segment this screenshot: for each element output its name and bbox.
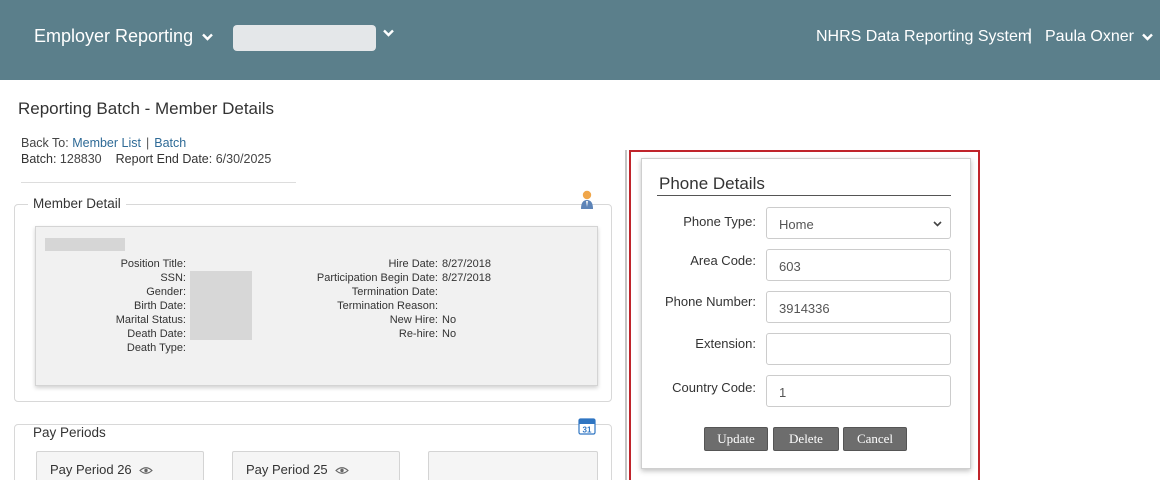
rehire-value: No [442, 328, 457, 340]
member-person-icon[interactable] [580, 190, 594, 210]
participation-begin-label: Participation Begin Date: [316, 272, 438, 284]
country-code-input[interactable]: 1 [766, 375, 951, 407]
phone-details-rule [657, 195, 951, 196]
delete-button[interactable]: Delete [773, 427, 839, 451]
area-code-label: Area Code: [690, 253, 756, 268]
report-end-label: Report End Date: [115, 152, 213, 166]
cancel-button[interactable]: Cancel [843, 427, 907, 451]
update-button[interactable]: Update [704, 427, 768, 451]
phone-type-label: Phone Type: [683, 214, 756, 229]
termination-date-value [442, 285, 522, 299]
breadcrumb-separator: | [145, 136, 150, 150]
pay-period-card-empty[interactable] [428, 451, 598, 480]
top-navigation-bar: Employer Reporting NHRS Data Reporting S… [0, 0, 1160, 80]
new-hire-label: New Hire: [389, 314, 438, 326]
extension-input[interactable] [766, 333, 951, 365]
marital-status-label: Marital Status: [115, 314, 186, 326]
user-menu[interactable]: Paula Oxner [1045, 28, 1153, 46]
employer-reporting-menu[interactable]: Employer Reporting [34, 26, 213, 47]
calendar-day-number: 31 [583, 425, 592, 434]
hire-date-label: Hire Date: [388, 258, 438, 270]
death-date-label: Death Date: [127, 328, 186, 340]
chevron-down-icon [202, 33, 213, 41]
batch-value: 128830 [59, 152, 102, 166]
extension-label: Extension: [695, 336, 756, 351]
pay-period-label: Pay Period 25 [246, 462, 328, 477]
batch-info: Batch: 128830 Report End Date: 6/30/2025 [21, 153, 296, 183]
termination-date-label: Termination Date: [351, 286, 438, 298]
batch-link[interactable]: Batch [154, 136, 186, 150]
chevron-down-icon [1142, 33, 1153, 41]
member-personal-redacted [190, 271, 252, 340]
chevron-down-icon[interactable] [383, 29, 394, 37]
ssn-label: SSN: [160, 272, 186, 284]
chevron-down-icon [933, 221, 942, 227]
new-hire-value: No [442, 314, 457, 326]
hire-date-value: 8/27/2018 [442, 258, 491, 270]
member-right-values: 8/27/2018 8/27/2018 No No [442, 257, 522, 341]
position-title-label: Position Title: [120, 258, 186, 270]
birth-date-label: Birth Date: [134, 300, 186, 312]
user-name: Paula Oxner [1045, 28, 1134, 45]
back-to-label: Back To: [21, 136, 69, 150]
member-right-labels: Hire Date: Participation Begin Date: Ter… [255, 257, 438, 341]
pay-period-card-26[interactable]: Pay Period 26 [36, 451, 204, 480]
termination-reason-value [442, 299, 522, 313]
breadcrumb: Back To: Member List | Batch [21, 136, 186, 150]
system-name: NHRS Data Reporting System [816, 28, 1032, 45]
panel-divider [625, 150, 627, 480]
header-separator: | [1028, 27, 1033, 44]
phone-type-select[interactable]: Home [766, 207, 951, 239]
page-title: Reporting Batch - Member Details [18, 99, 275, 118]
member-left-labels: Position Title: SSN: Gender: Birth Date:… [40, 257, 186, 355]
employer-select-redacted[interactable] [233, 25, 376, 51]
calendar-icon[interactable]: 31 [578, 417, 596, 435]
phone-number-input[interactable]: 3914336 [766, 291, 951, 323]
employer-reporting-label: Employer Reporting [34, 26, 194, 46]
participation-begin-value: 8/27/2018 [442, 272, 491, 284]
phone-type-value: Home [779, 217, 814, 232]
termination-reason-label: Termination Reason: [337, 300, 438, 312]
eye-icon[interactable] [335, 466, 350, 475]
country-code-label: Country Code: [672, 380, 756, 395]
rehire-label: Re-hire: [398, 328, 438, 340]
batch-label: Batch: [21, 152, 57, 166]
phone-details-title: Phone Details [659, 174, 765, 193]
report-end-value: 6/30/2025 [215, 152, 272, 166]
phone-number-label: Phone Number: [664, 294, 756, 309]
gender-label: Gender: [146, 286, 186, 298]
member-detail-legend: Member Detail [28, 196, 126, 211]
member-name-redacted [45, 238, 125, 251]
member-list-link[interactable]: Member List [72, 136, 141, 150]
pay-periods-legend: Pay Periods [28, 425, 111, 440]
death-type-label: Death Type: [126, 342, 186, 354]
pay-period-label: Pay Period 26 [50, 462, 132, 477]
area-code-input[interactable]: 603 [766, 249, 951, 281]
pay-period-card-25[interactable]: Pay Period 25 [232, 451, 400, 480]
eye-icon[interactable] [139, 466, 154, 475]
